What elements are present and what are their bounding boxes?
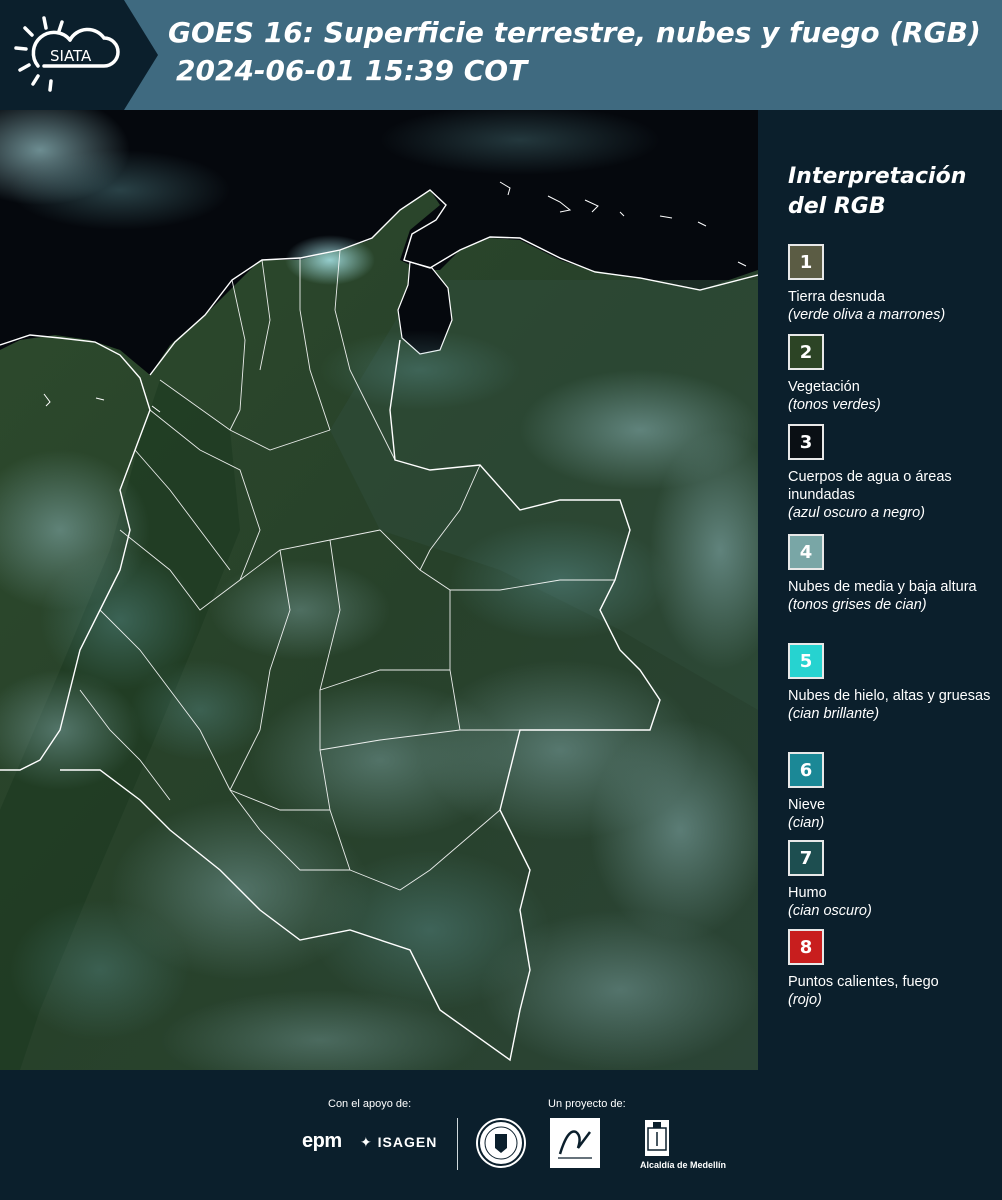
support-label: Con el apoyo de: bbox=[328, 1098, 412, 1110]
epm-logo-icon: epm bbox=[302, 1130, 342, 1152]
legend-sublabel: (cian oscuro) bbox=[788, 903, 872, 919]
legend-item-fire: 8 Puntos calientes, fuego (rojo) bbox=[788, 929, 998, 1009]
isagen-logo-icon: ✦ ISAGEN bbox=[360, 1134, 438, 1150]
legend-label: Tierra desnuda bbox=[788, 289, 885, 305]
legend-label: Vegetación bbox=[788, 379, 860, 395]
legend-panel: Interpretación del RGB 1 Tierra desnuda … bbox=[760, 110, 1002, 1070]
legend-swatch: 6 bbox=[788, 752, 824, 788]
legend-label: Cuerpos de agua o áreas inundadas bbox=[788, 469, 952, 503]
footer-divider bbox=[457, 1118, 458, 1170]
legend-label: Humo bbox=[788, 885, 827, 901]
legend-item-ice-clouds: 5 Nubes de hielo, altas y gruesas (cian … bbox=[788, 643, 998, 723]
legend-item-bare-soil: 1 Tierra desnuda (verde oliva a marrones… bbox=[788, 244, 998, 324]
legend-item-mid-low-clouds: 4 Nubes de media y baja altura (tonos gr… bbox=[788, 534, 998, 614]
isagen-logo-text: ISAGEN bbox=[377, 1134, 438, 1150]
sun-cloud-logo-icon: SIATA bbox=[0, 0, 158, 110]
legend-sublabel: (cian brillante) bbox=[788, 706, 880, 722]
legend-sublabel: (cian) bbox=[788, 815, 825, 831]
satellite-image bbox=[0, 110, 758, 1070]
alcaldia-emblem-icon bbox=[645, 1120, 669, 1156]
legend-label: Nubes de hielo, altas y gruesas bbox=[788, 688, 991, 704]
legend-sublabel: (verde oliva a marrones) bbox=[788, 307, 946, 323]
legend-item-snow: 6 Nieve (cian) bbox=[788, 752, 998, 832]
legend-swatch: 5 bbox=[788, 643, 824, 679]
legend-label: Nieve bbox=[788, 797, 826, 813]
alcaldia-label: Alcaldía de Medellín bbox=[640, 1160, 727, 1170]
legend-swatch: 8 bbox=[788, 929, 824, 965]
title-timestamp: 2024-06-01 15:39 COT bbox=[176, 54, 528, 87]
title-product: GOES 16: Superficie terrestre, nubes y f… bbox=[168, 16, 981, 49]
project-label: Un proyecto de: bbox=[548, 1098, 626, 1110]
footer: Con el apoyo de: Un proyecto de: epm ✦ I… bbox=[0, 1070, 1002, 1200]
area-metropolitana-logo-icon bbox=[550, 1118, 600, 1168]
legend-label: Nubes de media y baja altura bbox=[788, 579, 977, 595]
legend-swatch: 3 bbox=[788, 424, 824, 460]
legend-item-smoke: 7 Humo (cian oscuro) bbox=[788, 840, 998, 920]
svg-text:SIATA: SIATA bbox=[50, 47, 92, 65]
legend-sublabel: (azul oscuro a negro) bbox=[788, 505, 926, 521]
legend-title: Interpretación del RGB bbox=[788, 164, 967, 219]
satellite-map bbox=[0, 110, 758, 1070]
legend-swatch: 7 bbox=[788, 840, 824, 876]
legend-sublabel: (tonos verdes) bbox=[788, 397, 881, 413]
legend-item-water: 3 Cuerpos de agua o áreas inundadas (azu… bbox=[788, 424, 998, 522]
legend-item-vegetation: 2 Vegetación (tonos verdes) bbox=[788, 334, 998, 414]
legend-label: Puntos calientes, fuego bbox=[788, 974, 939, 990]
siata-logo: SIATA bbox=[0, 0, 160, 110]
legend-swatch: 1 bbox=[788, 244, 824, 280]
university-seal-icon bbox=[476, 1118, 526, 1168]
legend-sublabel: (tonos grises de cian) bbox=[788, 597, 927, 613]
legend-swatch: 4 bbox=[788, 534, 824, 570]
page-title: GOES 16: Superficie terrestre, nubes y f… bbox=[168, 14, 998, 90]
legend-sublabel: (rojo) bbox=[788, 992, 822, 1008]
legend-swatch: 2 bbox=[788, 334, 824, 370]
